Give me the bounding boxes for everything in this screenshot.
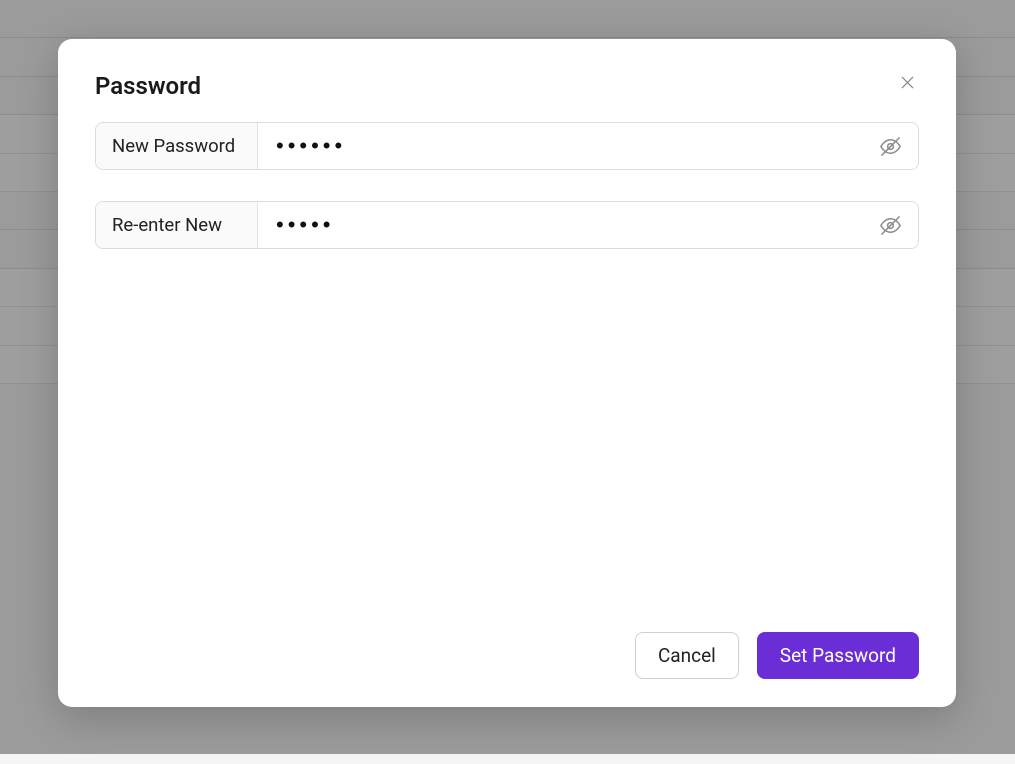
password-modal: Password New Password Re-enter New <box>58 39 956 707</box>
modal-title: Password <box>95 72 919 100</box>
close-icon <box>898 73 917 92</box>
set-password-button[interactable]: Set Password <box>757 632 919 679</box>
confirm-password-input-wrap <box>258 202 918 248</box>
new-password-label: New Password <box>96 123 258 169</box>
modal-footer: Cancel Set Password <box>95 632 919 679</box>
modal-header: Password <box>95 72 919 100</box>
confirm-password-input[interactable] <box>276 212 876 238</box>
eye-off-icon <box>879 214 902 237</box>
new-password-input-wrap <box>258 123 918 169</box>
new-password-row: New Password <box>95 122 919 170</box>
confirm-password-row: Re-enter New <box>95 201 919 249</box>
toggle-new-password-visibility[interactable] <box>876 132 904 160</box>
eye-off-icon <box>879 135 902 158</box>
new-password-input[interactable] <box>276 133 876 159</box>
cancel-button[interactable]: Cancel <box>635 632 739 679</box>
confirm-password-label: Re-enter New <box>96 202 258 248</box>
close-button[interactable] <box>889 64 925 100</box>
toggle-confirm-password-visibility[interactable] <box>876 211 904 239</box>
